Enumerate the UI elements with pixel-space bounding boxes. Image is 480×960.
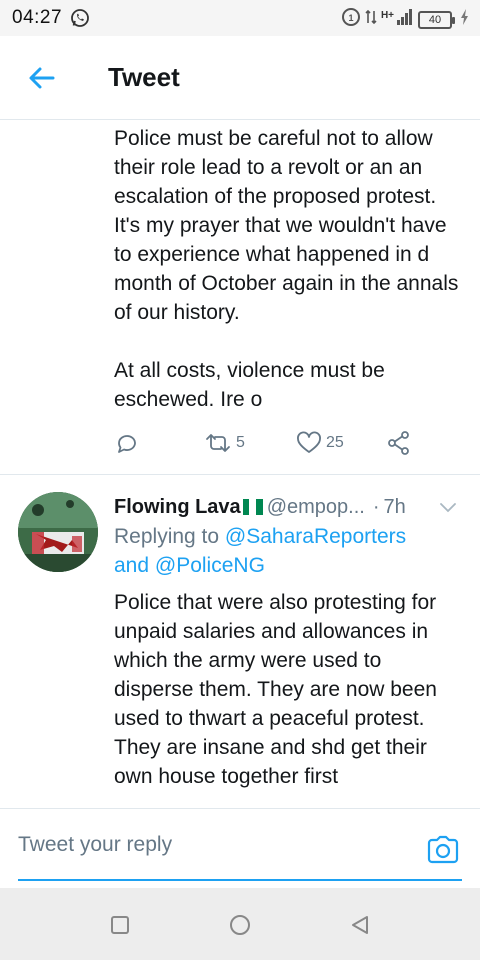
status-time: 04:27 bbox=[12, 7, 63, 28]
network-type: H+ bbox=[380, 10, 394, 21]
reply-input[interactable]: Tweet your reply bbox=[18, 833, 172, 857]
retweet-count: 5 bbox=[236, 434, 245, 451]
share-icon bbox=[388, 431, 409, 455]
nigeria-flag-icon bbox=[242, 499, 263, 515]
battery-icon: 40 bbox=[418, 10, 455, 29]
retweet-icon bbox=[206, 434, 230, 452]
separator: · bbox=[372, 495, 380, 518]
reply-underline bbox=[18, 879, 462, 881]
display-name[interactable]: Flowing Lava bbox=[114, 496, 241, 519]
like-count: 25 bbox=[326, 434, 344, 451]
page-title: Tweet bbox=[108, 62, 180, 92]
mention-saharareporters[interactable]: @SaharaReporters bbox=[225, 525, 406, 548]
triangle-back-icon bbox=[352, 916, 368, 934]
signal-icon bbox=[396, 8, 414, 31]
circle-icon bbox=[230, 915, 250, 935]
and-word: and bbox=[114, 554, 150, 577]
handle[interactable]: @empop... bbox=[267, 496, 365, 519]
data-arrows-icon bbox=[365, 7, 377, 32]
divider bbox=[0, 474, 480, 475]
chevron-down-icon[interactable] bbox=[438, 497, 458, 520]
back-button[interactable] bbox=[12, 48, 72, 108]
reply-icon bbox=[118, 435, 136, 453]
home-button[interactable] bbox=[225, 910, 255, 940]
main-tweet-actions: 5 25 bbox=[114, 428, 424, 458]
reply-composer: Tweet your reply bbox=[0, 808, 480, 888]
heart-icon bbox=[297, 431, 321, 453]
retweet-button[interactable]: 5 bbox=[204, 431, 296, 455]
square-icon bbox=[111, 916, 129, 934]
reply-button[interactable] bbox=[114, 430, 204, 456]
replying-to: Replying to @SaharaReporters and @Police… bbox=[114, 522, 464, 580]
charging-icon bbox=[460, 9, 470, 30]
like-button[interactable]: 25 bbox=[296, 431, 386, 455]
tweet-time: 7h bbox=[383, 495, 406, 518]
share-button[interactable] bbox=[386, 430, 412, 456]
app-header: Tweet bbox=[0, 36, 480, 120]
back-nav-button[interactable] bbox=[345, 910, 375, 940]
main-tweet-text-2: At all costs, violence must be eschewed.… bbox=[114, 359, 391, 411]
recents-button[interactable] bbox=[105, 910, 135, 940]
avatar[interactable] bbox=[18, 492, 98, 572]
camera-button[interactable] bbox=[426, 835, 460, 865]
reply-tweet-text: Police that were also protesting for unp… bbox=[114, 591, 443, 788]
status-icons: 1 H+ 40 bbox=[341, 7, 470, 32]
arrow-left-icon bbox=[29, 67, 55, 88]
replying-prefix: Replying to bbox=[114, 525, 220, 548]
status-bar: 04:27 1 H+ 40 bbox=[0, 0, 480, 36]
mention-policeng[interactable]: @PoliceNG bbox=[155, 554, 265, 577]
navigation-bar bbox=[0, 888, 480, 960]
whatsapp-icon bbox=[70, 8, 90, 28]
svg-text:1: 1 bbox=[348, 13, 353, 23]
camera-icon bbox=[427, 835, 459, 864]
main-tweet-text: Police must be careful not to allow thei… bbox=[114, 127, 465, 324]
reply-header: Flowing Lava @empop... · 7h bbox=[114, 492, 464, 522]
data-saver-icon: 1 bbox=[341, 7, 361, 32]
